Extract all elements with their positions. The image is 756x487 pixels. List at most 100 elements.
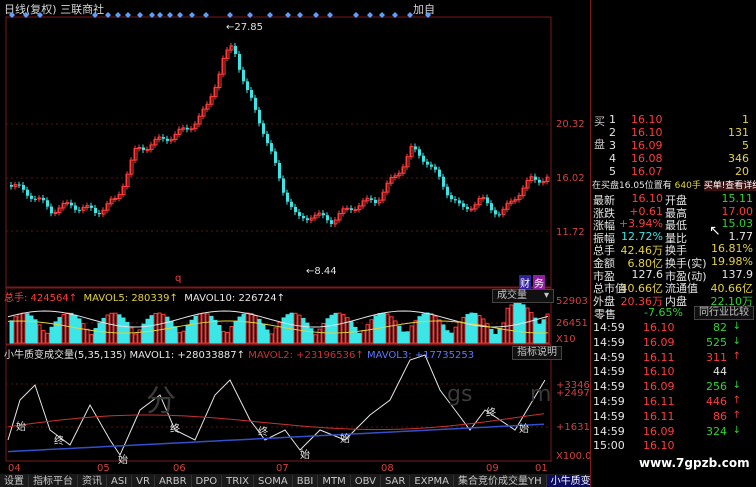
tick-price: 16.11 bbox=[643, 395, 675, 408]
order-info-line: 在买盘16.05位置有 640手 买单!查看详细 bbox=[592, 178, 756, 191]
volume-bar bbox=[61, 314, 66, 344]
order-book-price: 16.07 bbox=[631, 165, 663, 178]
volume-bar bbox=[209, 315, 214, 344]
candle-body bbox=[37, 197, 42, 200]
stat-value: 16.10 bbox=[631, 192, 664, 205]
indicator-tab[interactable]: 集合竞价成交量YH bbox=[454, 475, 547, 487]
trade-tick-row: 14:59 16.11 86 ↑ bbox=[593, 410, 755, 424]
tick-time: 14:59 bbox=[593, 365, 625, 379]
indicator-mavol1: MAVOL1: +28033887↑ bbox=[129, 350, 246, 361]
volume-bar bbox=[117, 314, 122, 344]
volume-bar bbox=[85, 328, 90, 344]
candle-body bbox=[322, 213, 325, 216]
indicator-tab[interactable]: 指标平台 bbox=[29, 475, 78, 487]
volume-selector[interactable]: 成交量 ▾ bbox=[492, 289, 554, 303]
stat-value: 15.11 bbox=[721, 192, 754, 205]
indicator-tab[interactable]: SOMA bbox=[254, 475, 293, 487]
order-book-row: 1 16.10 1 bbox=[591, 113, 753, 127]
candle-body bbox=[290, 201, 293, 207]
candle-body bbox=[302, 215, 305, 219]
volume-bar bbox=[461, 316, 466, 344]
volume-bar bbox=[289, 312, 294, 344]
chart-canvas[interactable] bbox=[0, 0, 590, 487]
indicator-tab[interactable]: ARBR bbox=[155, 475, 192, 487]
candle-body bbox=[418, 149, 421, 156]
candle-body bbox=[10, 185, 13, 187]
trough-price-label: ←8.44 bbox=[306, 266, 337, 277]
indicator-tick-4: X100.0 bbox=[556, 451, 592, 462]
indicator-tab[interactable]: DPO bbox=[192, 475, 223, 487]
candle-body bbox=[274, 151, 277, 163]
arrow-up-icon: ↑ bbox=[732, 350, 741, 362]
volume-bar bbox=[545, 313, 550, 344]
candle-body bbox=[22, 185, 25, 190]
volume-bar bbox=[177, 332, 182, 344]
tick-price: 16.11 bbox=[643, 409, 675, 423]
indicator-name: 小牛质变成交量(5,35,135) bbox=[4, 350, 127, 361]
volume-bar bbox=[49, 326, 54, 344]
indicator-mavol3-line bbox=[7, 423, 545, 453]
tick-volume: 256 bbox=[706, 380, 727, 394]
indicator-tab[interactable]: MTM bbox=[318, 475, 351, 487]
price-tick-3: 11.72 bbox=[556, 227, 585, 238]
candle-body bbox=[94, 207, 97, 213]
indicator-help-button[interactable]: 指标说明 bbox=[512, 346, 562, 360]
order-book-volume: 346 bbox=[728, 152, 749, 165]
volume-bar bbox=[25, 313, 30, 344]
volume-bar bbox=[337, 312, 342, 344]
order-detail-link[interactable]: 买单!查看详细 bbox=[703, 181, 756, 191]
indicator-tab[interactable]: ASI bbox=[107, 475, 133, 487]
x-tick: 09 bbox=[486, 463, 499, 474]
candle-body bbox=[330, 220, 333, 224]
volume-bar bbox=[513, 302, 518, 344]
volume-bar bbox=[37, 324, 42, 344]
volume-bar bbox=[393, 320, 398, 344]
indicator-tab[interactable]: 设置 bbox=[0, 475, 29, 487]
volume-bar bbox=[193, 315, 198, 344]
indicator-tab[interactable]: OBV bbox=[351, 475, 382, 487]
sector-compare-button[interactable]: 同行业比较 bbox=[694, 306, 754, 320]
indicator-tab[interactable]: BBI bbox=[293, 475, 319, 487]
candle-body bbox=[422, 155, 425, 162]
indicator-legend: 小牛质变成交量(5,35,135) MAVOL1: +28033887↑ MAV… bbox=[4, 346, 474, 361]
chevron-down-icon: ▾ bbox=[543, 290, 549, 301]
volume-bar bbox=[173, 326, 178, 344]
volume-bar bbox=[69, 312, 74, 344]
order-book-index: 1 bbox=[609, 113, 616, 126]
volume-bar bbox=[233, 320, 238, 344]
candle-body bbox=[78, 209, 81, 211]
indicator-tab[interactable]: TRIX bbox=[222, 475, 255, 487]
candle-body bbox=[534, 176, 537, 180]
order-book-row: 5 16.07 20 bbox=[591, 165, 753, 179]
volume-bar bbox=[109, 312, 114, 344]
tick-volume: 82 bbox=[713, 321, 727, 334]
arrow-down-icon: ↓ bbox=[732, 335, 741, 347]
tick-price: 16.09 bbox=[643, 424, 675, 438]
trade-tick-row: 14:59 16.09 324 ↓ bbox=[593, 425, 755, 439]
x-tick: 04 bbox=[8, 463, 21, 474]
x-tick: 08 bbox=[381, 463, 394, 474]
volume-selector-label: 成交量 bbox=[497, 290, 527, 301]
indicator-tab[interactable]: 资讯 bbox=[78, 475, 107, 487]
candle-body bbox=[462, 203, 465, 207]
finance-tag-2[interactable]: 务 bbox=[533, 275, 545, 290]
volume-bar bbox=[537, 323, 542, 344]
order-book-index: 2 bbox=[609, 126, 616, 139]
volume-bar bbox=[269, 333, 274, 344]
candle-body bbox=[498, 214, 501, 216]
volume-bar bbox=[41, 330, 46, 344]
volume-legend: 总手: 424564↑ MAVOL5: 280339↑ MAVOL10: 226… bbox=[4, 289, 285, 304]
trade-tick-row: 15:00 16.10 bbox=[593, 439, 755, 453]
finance-tag[interactable]: 财 bbox=[519, 275, 531, 290]
stat-value: +0.61 bbox=[629, 204, 663, 218]
indicator-tab[interactable]: EXPMA bbox=[410, 475, 455, 487]
order-book-index: 4 bbox=[609, 152, 616, 165]
volume-bar bbox=[409, 325, 414, 344]
candle-body bbox=[50, 206, 53, 214]
indicator-tab[interactable]: SAR bbox=[381, 475, 411, 487]
indicator-tab[interactable]: VR bbox=[132, 475, 155, 487]
price-panel-frame bbox=[5, 16, 552, 288]
candle-body bbox=[426, 161, 429, 165]
volume-total-label: 总手: 424564↑ bbox=[4, 293, 78, 304]
volume-bar bbox=[413, 320, 418, 344]
